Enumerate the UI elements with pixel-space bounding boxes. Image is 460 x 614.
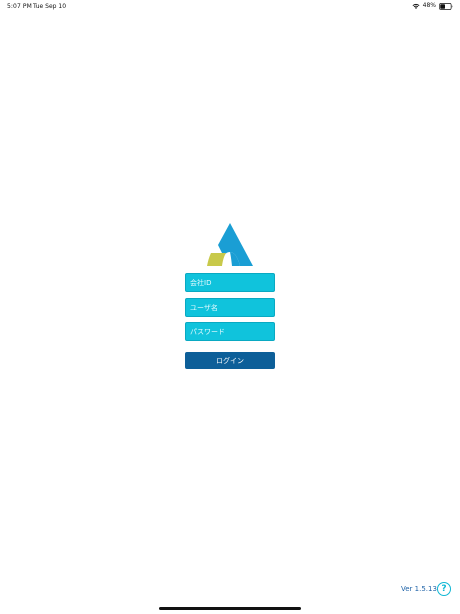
status-indicators: 48% bbox=[412, 2, 453, 10]
company-id-field[interactable] bbox=[185, 273, 275, 292]
company-logo bbox=[207, 223, 253, 266]
wifi-icon bbox=[412, 3, 420, 9]
password-field[interactable] bbox=[185, 322, 275, 341]
login-screen: 5:07 PM Tue Sep 10 48% 会社ID ユーザ名 ログイン Ve… bbox=[0, 0, 460, 614]
status-bar: 5:07 PM Tue Sep 10 48% bbox=[0, 0, 460, 12]
battery-percent: 48% bbox=[422, 2, 436, 9]
battery-icon bbox=[439, 2, 453, 10]
version-label: Ver 1.5.13 bbox=[401, 585, 437, 593]
home-indicator[interactable] bbox=[159, 607, 301, 610]
status-date: Tue Sep 10 bbox=[33, 3, 67, 10]
help-button[interactable]: ? bbox=[437, 582, 451, 596]
username-field[interactable] bbox=[185, 298, 275, 317]
login-button[interactable]: ログイン bbox=[185, 352, 275, 369]
logo-mark bbox=[207, 223, 253, 266]
status-time: 5:07 PM bbox=[7, 3, 32, 10]
